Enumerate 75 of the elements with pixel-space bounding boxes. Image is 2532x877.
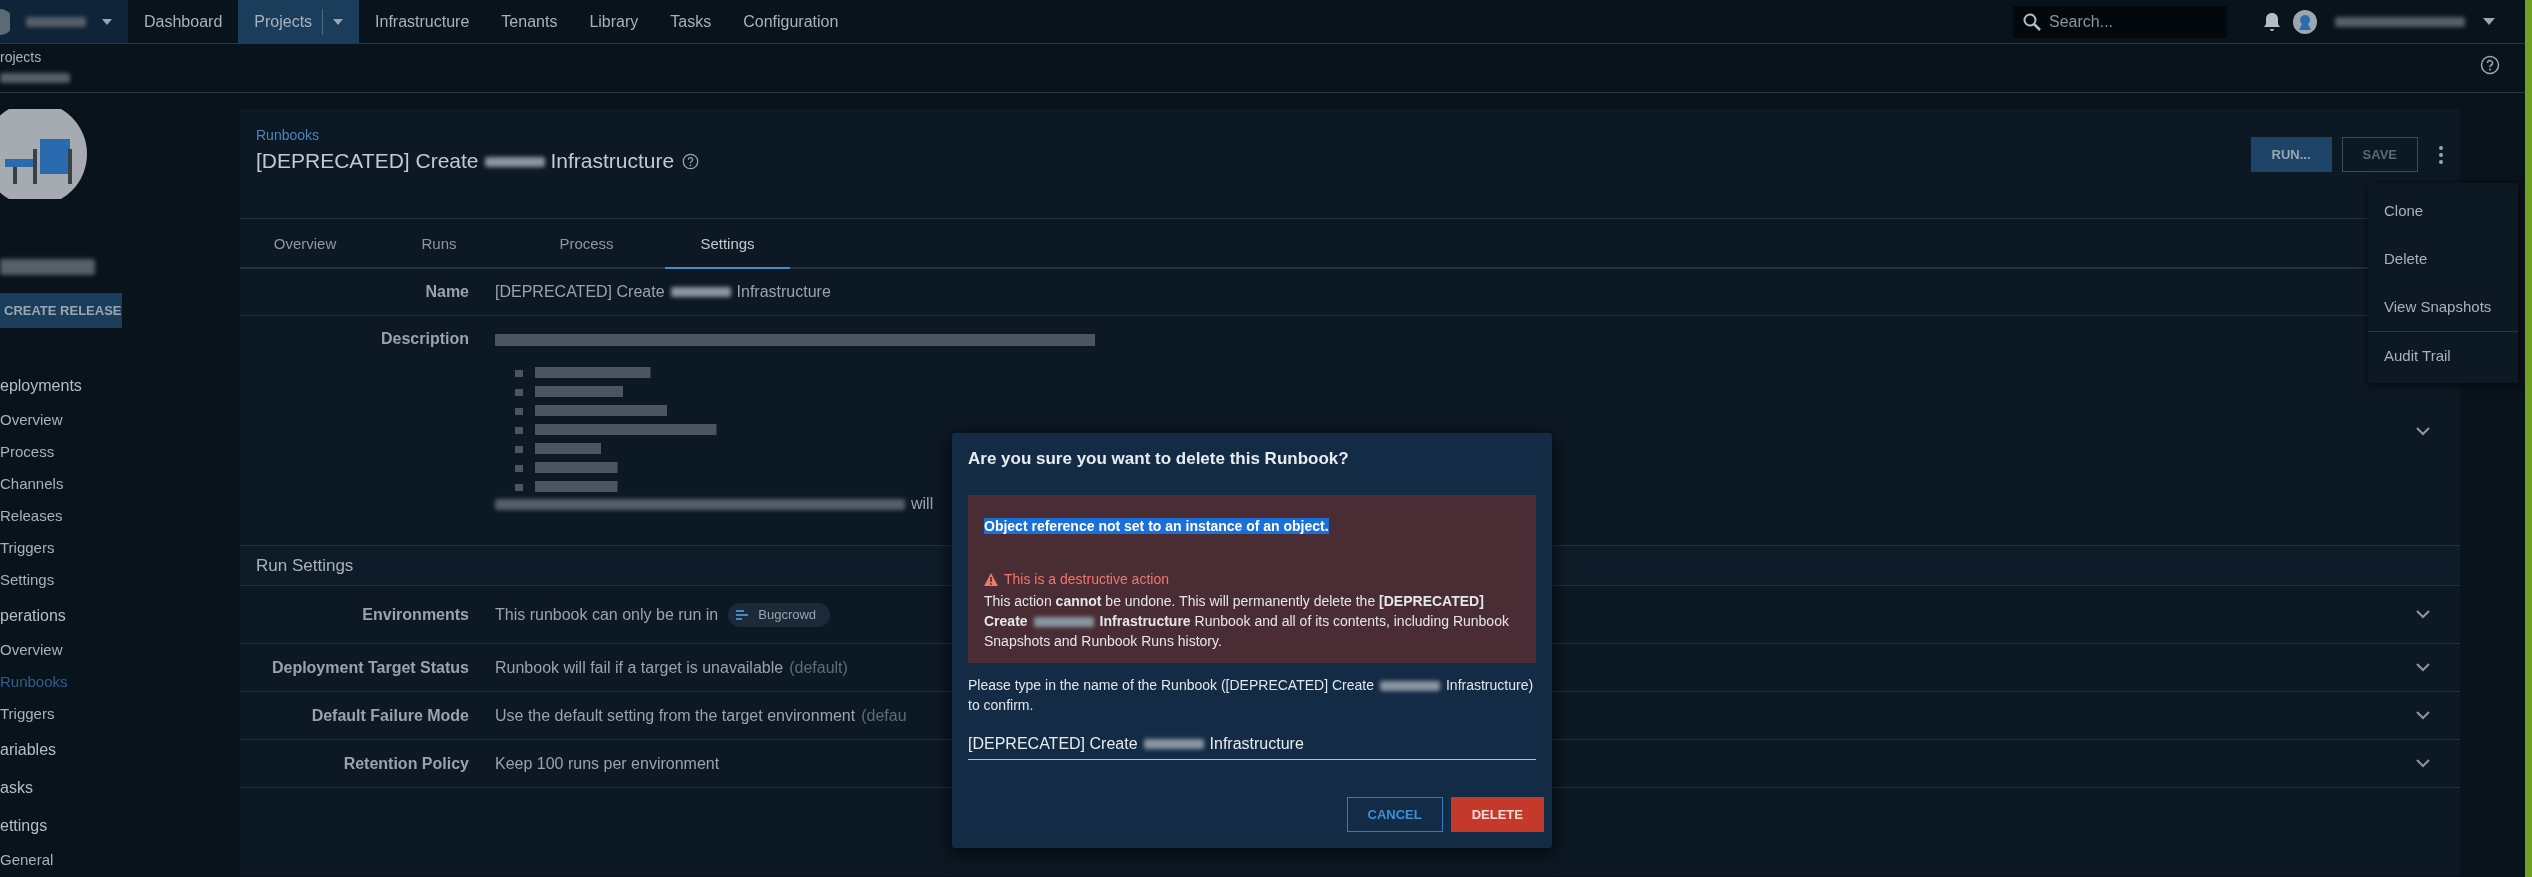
search-field[interactable]: Search... bbox=[2013, 5, 2227, 38]
environment-icon bbox=[736, 609, 749, 620]
blurred-project-name bbox=[0, 72, 70, 83]
run-button[interactable]: RUN... bbox=[2250, 137, 2332, 172]
field-value: This runbook can only be run in bbox=[495, 605, 719, 624]
help-icon[interactable] bbox=[2480, 55, 2500, 75]
nav-tab[interactable]: Library bbox=[573, 0, 655, 43]
sidebar-heading[interactable]: perations bbox=[0, 598, 240, 634]
page-title: [DEPRECATED] Create Infrastructure bbox=[256, 149, 675, 173]
help-icon[interactable] bbox=[682, 152, 700, 170]
chevron-down-icon[interactable] bbox=[2416, 711, 2430, 720]
chevron-down-icon[interactable] bbox=[2416, 427, 2430, 436]
sidebar-heading[interactable]: ettings bbox=[0, 808, 240, 844]
sidebar-heading[interactable]: asks bbox=[0, 770, 240, 806]
field-value: Runbook will fail if a target is unavailable (default) bbox=[495, 658, 848, 677]
chevron-down-icon[interactable] bbox=[2416, 759, 2430, 768]
field-label: Description bbox=[380, 330, 470, 348]
breadcrumb-link[interactable]: rojects bbox=[0, 49, 42, 65]
caret-down-icon[interactable] bbox=[2483, 18, 2495, 25]
create-release-button[interactable]: CREATE RELEASE bbox=[0, 293, 122, 328]
sidebar-heading[interactable]: eployments bbox=[0, 368, 240, 404]
field-label: Retention Policy bbox=[342, 754, 470, 773]
field-value: Keep 100 runs per environment bbox=[495, 754, 720, 773]
caret-down-icon[interactable] bbox=[102, 18, 112, 25]
warning-title: This is a destructive action bbox=[1004, 571, 1169, 587]
nav-tab[interactable]: Tasks bbox=[654, 0, 728, 43]
sidebar-link[interactable]: Triggers bbox=[0, 532, 240, 564]
description-text: will bbox=[911, 495, 934, 513]
environment-chip[interactable]: Bugcrowd bbox=[728, 602, 831, 627]
nav-tab[interactable]: Tenants bbox=[485, 0, 574, 43]
runbook-name-input[interactable]: [DEPRECATED] Create Infrastructure bbox=[968, 735, 1536, 760]
nav-tab[interactable]: Dashboard bbox=[128, 0, 239, 43]
menu-item[interactable]: Audit Trail bbox=[2368, 331, 2518, 379]
menu-item[interactable]: Clone bbox=[2368, 187, 2518, 235]
delete-button[interactable]: DELETE bbox=[1450, 797, 1544, 832]
field-value: Use the default setting from the target environment (defau bbox=[495, 706, 907, 725]
tab[interactable]: Runs bbox=[370, 219, 508, 269]
error-message: Object reference not set to an instance of an object. bbox=[984, 518, 1329, 534]
avatar-icon[interactable] bbox=[2293, 9, 2317, 34]
confirm-prompt: Please type in the name of the Runbook ([DEPRECATED] Create Infrastructure) to confirm. bbox=[968, 676, 1535, 715]
field-label: Default Failure Mode bbox=[310, 706, 470, 725]
menu-item[interactable]: View Snapshots bbox=[2368, 283, 2518, 331]
bell-icon[interactable] bbox=[2263, 11, 2281, 32]
chevron-down-icon[interactable] bbox=[2416, 610, 2430, 619]
field-label: Name bbox=[424, 283, 470, 301]
sidebar-link[interactable]: Overview bbox=[0, 634, 240, 666]
caret-down-icon[interactable] bbox=[333, 18, 344, 25]
more-options-icon[interactable] bbox=[2438, 144, 2444, 165]
sidebar-link[interactable]: Triggers bbox=[0, 698, 240, 730]
menu-item[interactable]: Delete bbox=[2368, 235, 2518, 283]
tab[interactable]: Overview bbox=[240, 219, 370, 269]
sidebar-link[interactable]: Overview bbox=[0, 404, 240, 436]
sidebar-link[interactable]: Releases bbox=[0, 500, 240, 532]
sidebar-heading[interactable]: ariables bbox=[0, 732, 240, 768]
breadcrumb-link[interactable]: Runbooks bbox=[256, 127, 700, 143]
nav-tab[interactable]: Projects bbox=[238, 0, 360, 43]
sidebar-link[interactable]: General bbox=[0, 844, 240, 876]
field-value: [DEPRECATED] Create Infrastructure bbox=[495, 283, 831, 301]
blurred-org-name bbox=[26, 16, 86, 27]
logo-icon[interactable] bbox=[0, 8, 10, 35]
warning-text: This action cannot be undone. This will permanently delete the [DEPRECATED] Create Infrastructure Runbook and all of its contents, including Runbook Snapshots and Runbook Runs history. bbox=[984, 592, 1510, 651]
sidebar-link[interactable]: Settings bbox=[0, 564, 240, 596]
tab[interactable]: Settings bbox=[665, 219, 790, 269]
sidebar-link[interactable]: Process bbox=[0, 436, 240, 468]
sidebar-link[interactable]: Channels bbox=[0, 468, 240, 500]
tab[interactable]: Process bbox=[508, 219, 665, 269]
dialog-title: Are you sure you want to delete this Runbook? bbox=[968, 449, 1350, 469]
warning-icon bbox=[984, 572, 998, 586]
field-label: Deployment Target Status bbox=[270, 658, 470, 677]
cancel-button[interactable]: CANCEL bbox=[1346, 797, 1443, 832]
nav-tab[interactable]: Infrastructure bbox=[359, 0, 486, 43]
field-label: Environments bbox=[361, 605, 470, 624]
chevron-down-icon[interactable] bbox=[2416, 663, 2430, 672]
nav-tab[interactable]: Configuration bbox=[727, 0, 855, 43]
search-icon bbox=[2023, 13, 2041, 31]
